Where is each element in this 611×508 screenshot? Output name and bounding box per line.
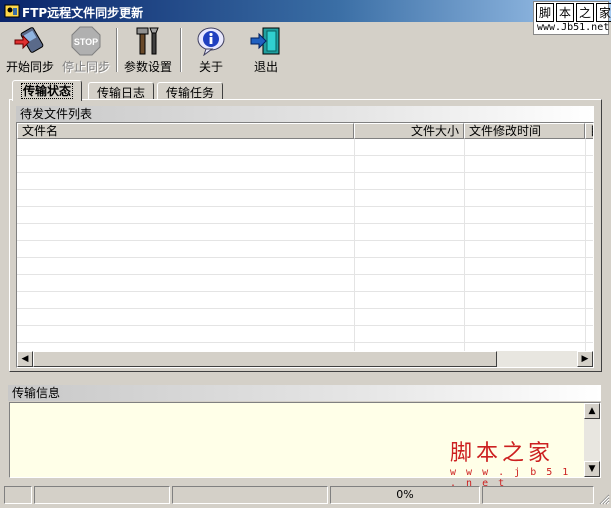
about-label: 关于 [198, 60, 223, 74]
watermark-char: 脚 [536, 3, 555, 22]
list-header: 文件名 文件大小 文件修改时间 目 [17, 123, 593, 139]
column-header-filename[interactable]: 文件名 [17, 123, 354, 139]
scroll-down-arrow-icon[interactable]: ▼ [584, 461, 600, 477]
table-row [17, 275, 593, 292]
table-row [17, 173, 593, 190]
scroll-thumb[interactable] [33, 351, 497, 367]
scroll-right-arrow-icon[interactable]: ▶ [577, 351, 593, 367]
transfer-info-title: 传输信息 [8, 385, 601, 401]
stop-sync-button[interactable]: STOP 停止同步 [60, 26, 112, 74]
table-row [17, 258, 593, 275]
resize-grip-icon[interactable] [598, 493, 610, 505]
watermark-url: w w w . j b 5 1 . n e t [450, 467, 571, 489]
table-row [17, 224, 593, 241]
pending-list-title: 待发文件列表 [16, 106, 594, 122]
scroll-up-arrow-icon[interactable]: ▲ [584, 403, 600, 419]
table-row [17, 156, 593, 173]
watermark-char: 家 [596, 3, 611, 22]
exit-label: 退出 [253, 60, 278, 74]
start-sync-label: 开始同步 [5, 60, 54, 74]
list-rows [17, 139, 593, 353]
column-header-extra[interactable]: 目 [585, 123, 593, 139]
exit-button[interactable]: 退出 [245, 26, 287, 74]
exit-door-icon [250, 27, 280, 55]
stop-sign-icon: STOP [71, 26, 101, 56]
table-row [17, 207, 593, 224]
status-panel [34, 486, 170, 504]
toolbar-separator [116, 28, 118, 72]
title-bar[interactable]: FTP远程文件同步更新 [0, 0, 611, 22]
pending-file-list[interactable]: 文件名 文件大小 文件修改时间 目 ◀ ▶ [16, 122, 594, 368]
watermark-text: 脚本之家 [450, 441, 555, 466]
toolbar-separator [180, 28, 182, 72]
stop-sync-label: 停止同步 [61, 60, 110, 74]
start-sync-button[interactable]: 开始同步 [4, 26, 56, 74]
vertical-scrollbar[interactable]: ▲ ▼ [584, 403, 600, 477]
column-divider [464, 139, 465, 353]
table-row [17, 190, 593, 207]
tab-label: 传输任务 [166, 86, 215, 100]
toolbar: 开始同步 STOP 停止同步 参数设置 关于 退出 [0, 24, 611, 76]
tab-transfer-status[interactable]: 传输状态 [12, 80, 83, 101]
window-title: FTP远程文件同步更新 [22, 6, 144, 20]
tab-label: 传输日志 [97, 86, 146, 100]
status-panel [172, 486, 328, 504]
status-panel [4, 486, 32, 504]
table-row [17, 309, 593, 326]
table-row [17, 241, 593, 258]
app-icon [4, 4, 20, 18]
tab-transfer-task[interactable]: 传输任务 [157, 82, 224, 100]
table-row [17, 326, 593, 343]
tools-icon [136, 27, 159, 55]
watermark-logo: 脚 本 之 家 www.Jb51.net [533, 1, 611, 35]
settings-button[interactable]: 参数设置 [122, 26, 174, 74]
scroll-left-arrow-icon[interactable]: ◀ [17, 351, 33, 367]
stop-icon-text: STOP [74, 37, 98, 47]
column-divider [354, 139, 355, 353]
tab-transfer-log[interactable]: 传输日志 [88, 82, 155, 100]
table-row [17, 139, 593, 156]
settings-label: 参数设置 [123, 60, 172, 74]
watermark-url: www.Jb51.net [537, 22, 610, 33]
column-header-mtime[interactable]: 文件修改时间 [464, 123, 585, 139]
info-icon [197, 27, 225, 56]
about-button[interactable]: 关于 [190, 26, 232, 74]
watermark-char: 本 [556, 3, 575, 22]
table-row [17, 292, 593, 309]
tab-label: 传输状态 [21, 83, 74, 99]
column-divider [585, 139, 586, 353]
horizontal-scrollbar[interactable]: ◀ ▶ [17, 351, 593, 367]
column-header-size[interactable]: 文件大小 [354, 123, 464, 139]
sync-pc-icon [14, 27, 44, 53]
watermark-overlay: 脚本之家 w w w . j b 5 1 . n e t [450, 435, 580, 489]
watermark-char: 之 [576, 3, 595, 22]
